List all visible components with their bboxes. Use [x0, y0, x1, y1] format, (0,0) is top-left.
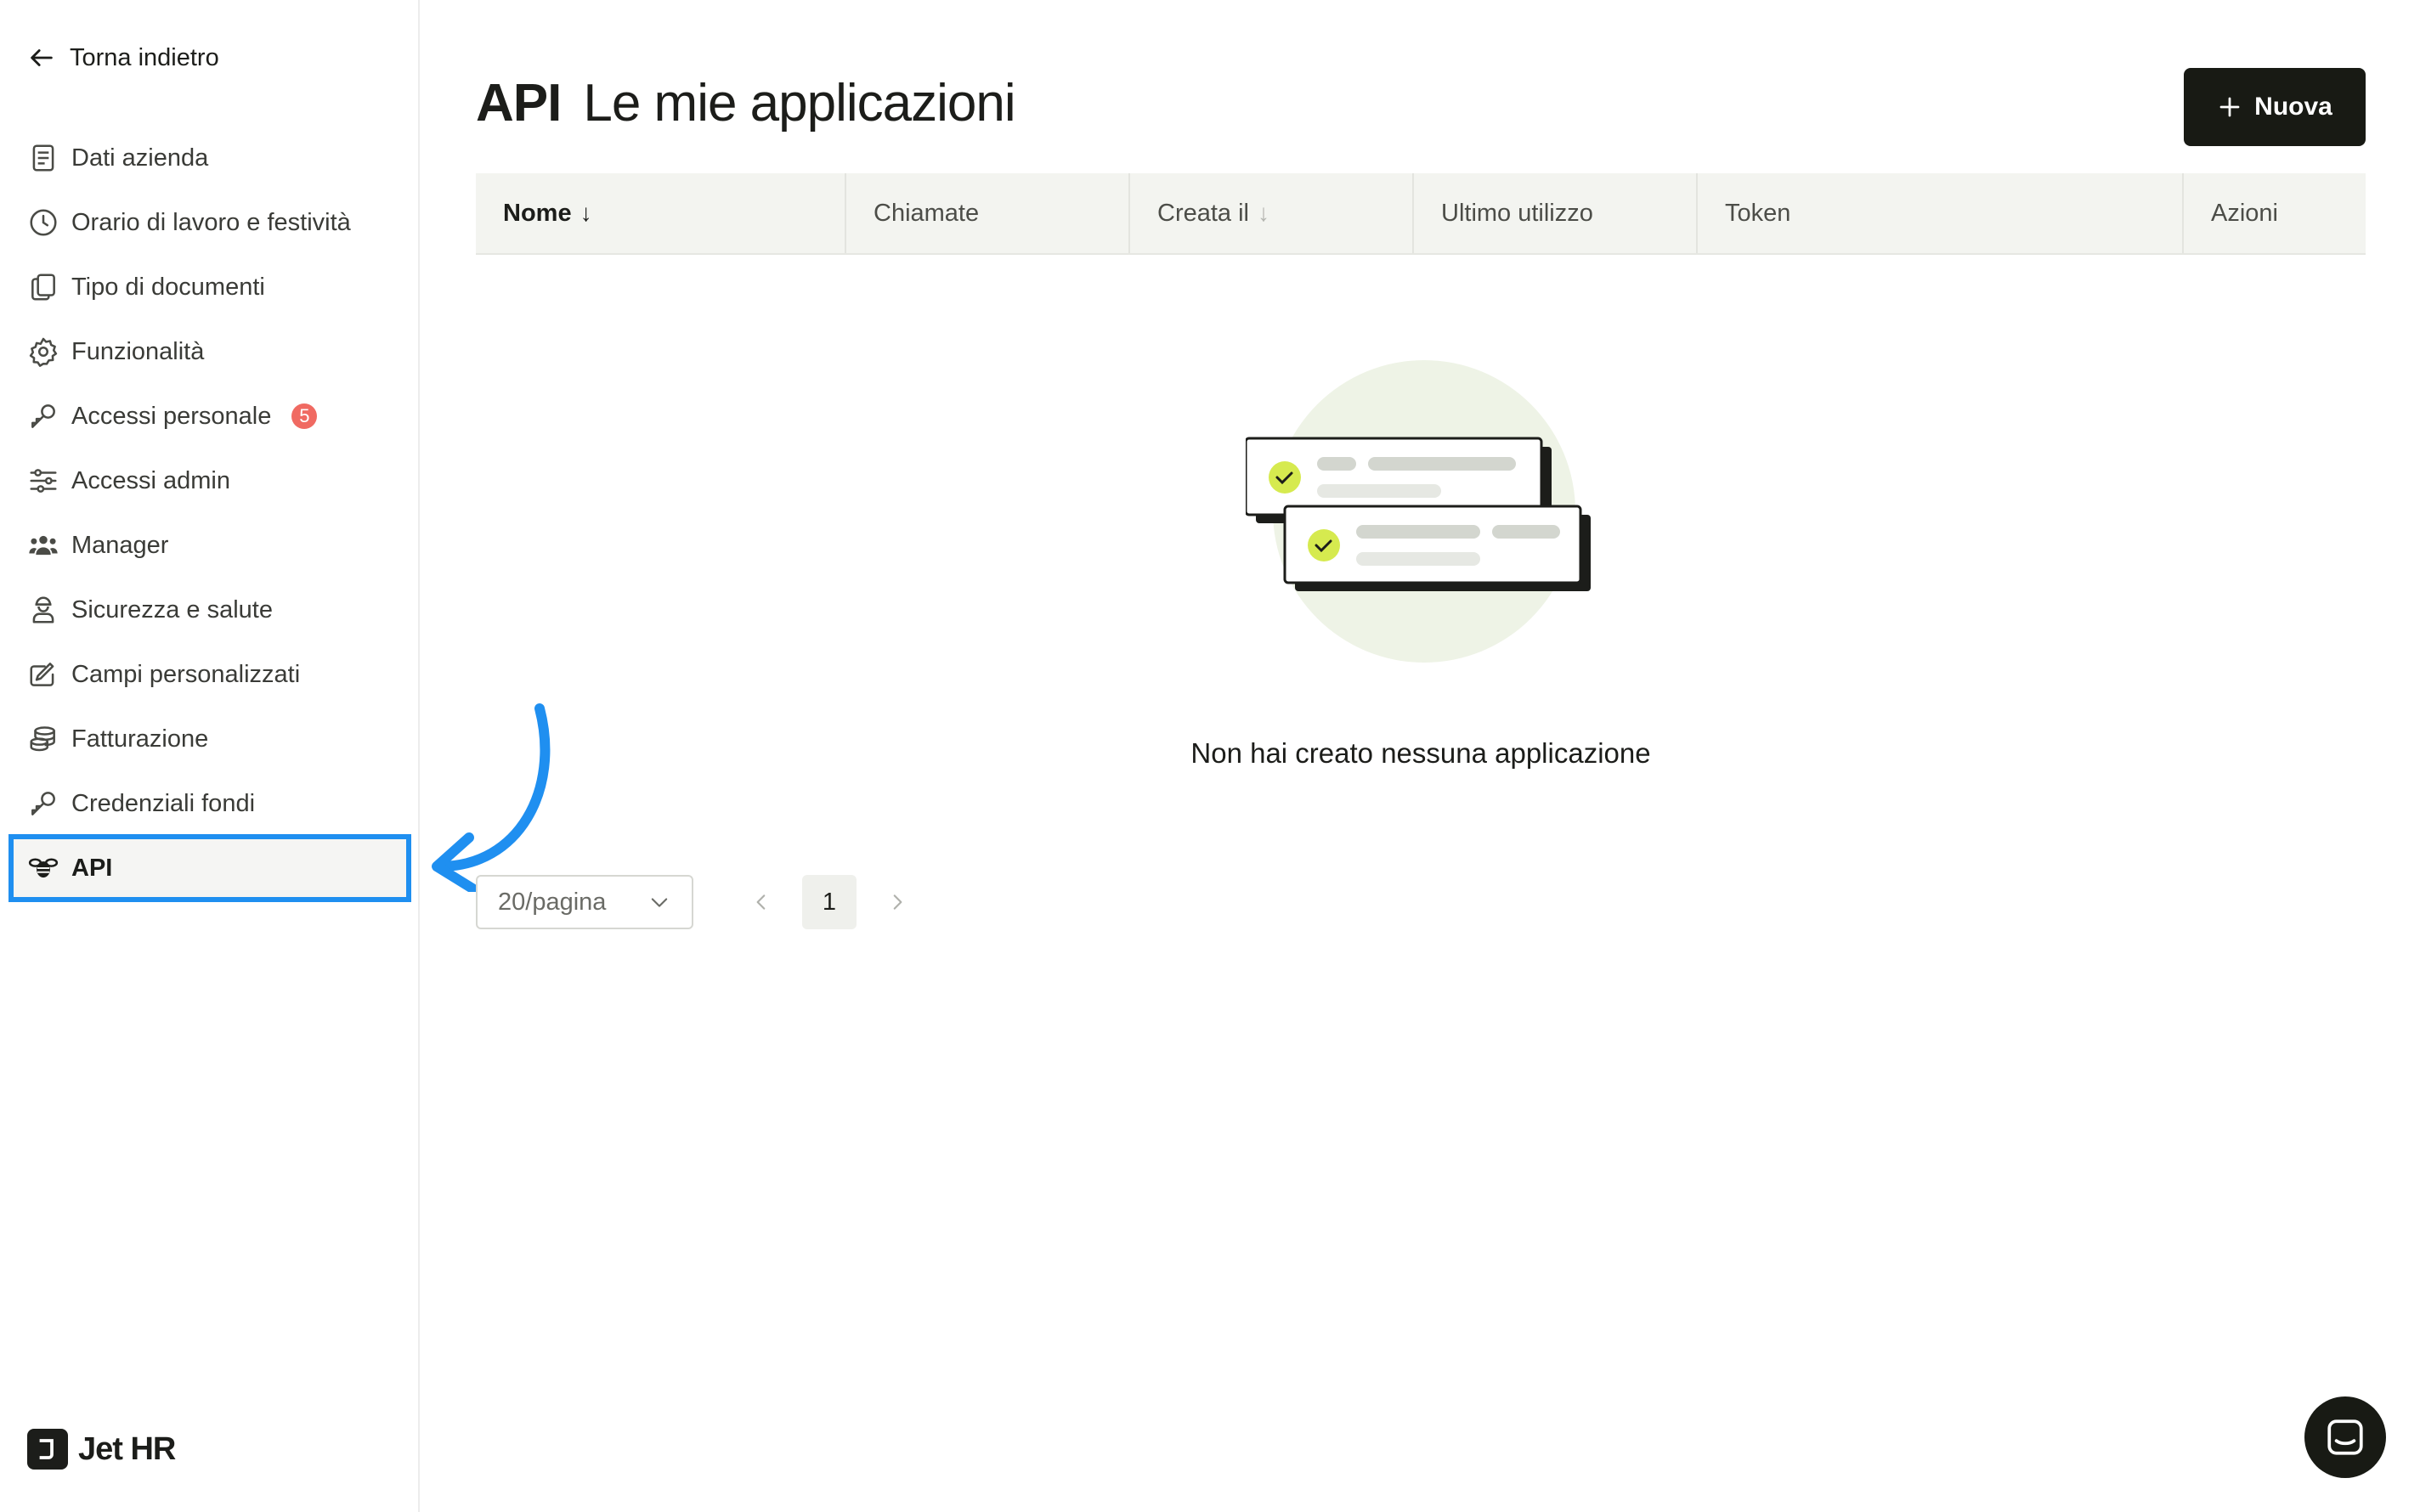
- settings-sidebar: Torna indietro Dati azienda Orario di la…: [0, 0, 420, 1512]
- sidebar-item-dati-azienda[interactable]: Dati azienda: [0, 126, 420, 190]
- settings-nav: Dati azienda Orario di lavoro e festivit…: [0, 126, 420, 902]
- bee-icon: [28, 858, 59, 878]
- new-application-button[interactable]: Nuova: [2184, 68, 2366, 146]
- chevron-down-icon: [651, 898, 668, 907]
- page-number-button[interactable]: 1: [802, 875, 857, 929]
- clock-icon: [30, 209, 57, 236]
- sidebar-item-label: API: [71, 854, 113, 882]
- page-title: API Le mie applicazioni: [476, 73, 1016, 133]
- sidebar-item-credenziali-fondi[interactable]: Credenziali fondi: [0, 771, 420, 836]
- gear-icon: [29, 337, 58, 367]
- column-label: Nome: [503, 199, 572, 227]
- empty-state-message: Non hai creato nessuna applicazione: [1190, 737, 1651, 769]
- page-size-select[interactable]: 20/pagina: [476, 875, 693, 929]
- sidebar-item-label: Sicurezza e salute: [71, 595, 273, 623]
- page-size-value: 20/pagina: [498, 888, 607, 916]
- page-title-section: API: [476, 74, 562, 133]
- worker-icon: [32, 596, 54, 623]
- column-label: Chiamate: [874, 199, 980, 227]
- next-page-button[interactable]: [870, 875, 924, 929]
- sidebar-item-label: Accessi personale: [71, 402, 272, 430]
- count-badge: 5: [291, 403, 318, 429]
- sliders-icon: [30, 469, 57, 493]
- column-header-azioni[interactable]: Azioni: [2184, 173, 2366, 253]
- document-icon: [32, 144, 54, 172]
- back-link-label: Torna indietro: [70, 43, 219, 71]
- sort-down-icon: ↓: [1258, 200, 1269, 226]
- column-label: Azioni: [2211, 199, 2278, 227]
- sidebar-item-api[interactable]: API: [8, 834, 411, 902]
- jet-hr-logo-icon: [27, 1429, 68, 1470]
- coins-icon: [30, 726, 55, 752]
- column-label: Token: [1725, 199, 1791, 227]
- sidebar-item-accessi-personale[interactable]: Accessi personale 5: [0, 384, 420, 449]
- sort-down-icon: ↓: [580, 200, 592, 226]
- chevron-right-icon: [893, 894, 902, 910]
- brand-name: Jet HR: [78, 1430, 176, 1467]
- sidebar-item-label: Credenziali fondi: [71, 789, 256, 817]
- sidebar-item-tipo-documenti[interactable]: Tipo di documenti: [0, 255, 420, 319]
- column-header-nome[interactable]: Nome ↓: [476, 173, 846, 253]
- sidebar-item-fatturazione[interactable]: Fatturazione: [0, 707, 420, 771]
- sidebar-item-accessi-admin[interactable]: Accessi admin: [0, 449, 420, 513]
- column-header-token[interactable]: Token: [1698, 173, 2184, 253]
- chat-icon: [2327, 1419, 2363, 1455]
- sidebar-item-label: Tipo di documenti: [71, 273, 265, 301]
- column-label: Ultimo utilizzo: [1441, 199, 1593, 227]
- page-title-subtitle: Le mie applicazioni: [583, 74, 1015, 133]
- table-header: Nome ↓ Chiamate Creata il ↓ Ultimo utili…: [476, 173, 2366, 255]
- sidebar-item-label: Campi personalizzati: [71, 660, 301, 688]
- chevron-left-icon: [756, 894, 766, 910]
- column-header-creata-il[interactable]: Creata il ↓: [1130, 173, 1414, 253]
- sidebar-item-label: Fatturazione: [71, 725, 209, 753]
- sidebar-item-label: Orario di lavoro e festività: [71, 208, 351, 236]
- annotation-arrow-icon: [432, 703, 551, 892]
- sidebar-item-label: Dati azienda: [71, 144, 209, 172]
- plus-icon: [2219, 97, 2240, 117]
- empty-state-illustration: [1246, 360, 1591, 663]
- sidebar-item-funzionalita[interactable]: Funzionalità: [0, 319, 420, 384]
- new-button-label: Nuova: [2254, 93, 2332, 121]
- brand-logo[interactable]: Jet HR: [27, 1429, 176, 1470]
- key-icon: [31, 792, 55, 815]
- arrow-left-icon: [31, 49, 53, 66]
- key-icon: [31, 404, 55, 428]
- copy-documents-icon: [31, 274, 55, 301]
- sidebar-item-sicurezza[interactable]: Sicurezza e salute: [0, 578, 420, 642]
- sidebar-item-label: Accessi admin: [71, 466, 230, 494]
- sidebar-item-label: Manager: [71, 531, 169, 559]
- column-label: Creata il: [1157, 199, 1249, 227]
- back-link[interactable]: Torna indietro: [27, 37, 219, 78]
- sidebar-item-campi-personalizzati[interactable]: Campi personalizzati: [0, 642, 420, 707]
- previous-page-button[interactable]: [734, 875, 789, 929]
- edit-field-icon: [30, 663, 54, 686]
- users-icon: [29, 535, 58, 556]
- sidebar-item-manager[interactable]: Manager: [0, 513, 420, 578]
- sidebar-item-orario[interactable]: Orario di lavoro e festività: [0, 190, 420, 255]
- chat-support-button[interactable]: [2304, 1396, 2386, 1478]
- column-header-chiamate[interactable]: Chiamate: [846, 173, 1130, 253]
- sidebar-item-label: Funzionalità: [71, 337, 205, 365]
- column-header-ultimo-utilizzo[interactable]: Ultimo utilizzo: [1414, 173, 1698, 253]
